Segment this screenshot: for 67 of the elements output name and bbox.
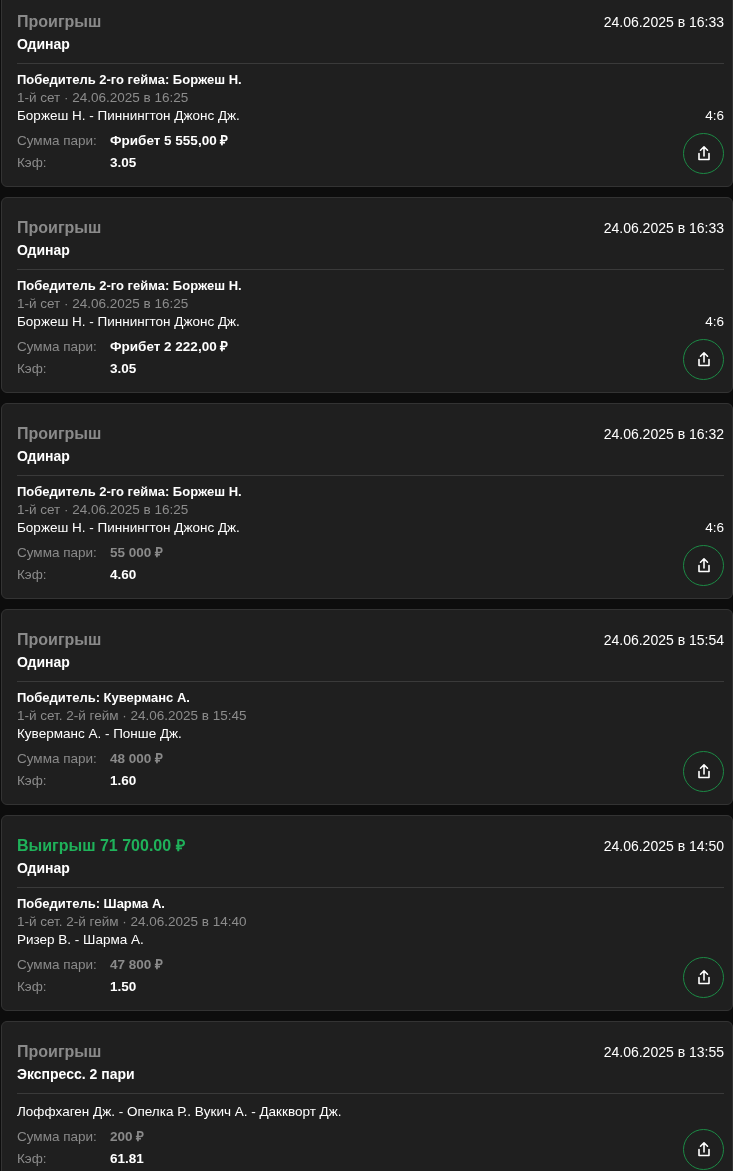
share-icon (695, 351, 712, 368)
event-meta: 1-й сет · 24.06.2025 в 16:25 (17, 89, 189, 107)
bet-date: 24.06.2025 в 16:32 (603, 425, 724, 444)
event-title: Победитель: Куверманс А. (17, 689, 190, 707)
bet-type: Одинар (17, 859, 70, 878)
bet-date: 24.06.2025 в 16:33 (603, 13, 724, 32)
stake-label: Сумма пари: (17, 338, 98, 356)
stake-label: Сумма пари: (17, 750, 98, 768)
bet-type: Экспресс. 2 пари (17, 1065, 135, 1084)
share-icon (695, 1141, 712, 1158)
odds-value: 1.60 (110, 772, 137, 790)
event-title: Победитель: Шарма А. (17, 895, 165, 913)
stake-amount: 47 800 ₽ (110, 956, 164, 974)
bet-type: Одинар (17, 35, 70, 54)
stake-label: Сумма пари: (17, 1128, 98, 1146)
share-icon (695, 145, 712, 162)
odds-label: Кэф: (17, 154, 48, 172)
bet-result: Проигрыш (17, 630, 102, 650)
bet-date: 24.06.2025 в 15:54 (603, 631, 724, 650)
match-name: Боржеш Н. - Пиннингтон Джонс Дж. (17, 313, 240, 331)
event-title: Победитель 2-го гейма: Боржеш Н. (17, 483, 242, 501)
odds-label: Кэф: (17, 566, 48, 584)
bet-result: Проигрыш (17, 12, 102, 32)
event-meta: 1-й сет · 24.06.2025 в 16:25 (17, 295, 189, 313)
match-name: Куверманс А. - Понше Дж. (17, 725, 182, 743)
bet-result: Проигрыш (17, 424, 102, 444)
match-name: Боржеш Н. - Пиннингтон Джонс Дж. (17, 107, 240, 125)
odds-label: Кэф: (17, 360, 48, 378)
bet-date: 24.06.2025 в 13:55 (603, 1043, 724, 1062)
match-name: Боржеш Н. - Пиннингтон Джонс Дж. (17, 519, 240, 537)
share-icon (695, 557, 712, 574)
event-title: Победитель 2-го гейма: Боржеш Н. (17, 71, 242, 89)
bet-type: Одинар (17, 447, 70, 466)
odds-value: 3.05 (110, 360, 137, 378)
match-score: 4:6 (705, 107, 724, 125)
event-meta: 1-й сет · 24.06.2025 в 16:25 (17, 501, 189, 519)
stake-amount: Фрибет 5 555,00 ₽ (110, 132, 229, 150)
stake-amount: 55 000 ₽ (110, 544, 164, 562)
stake-label: Сумма пари: (17, 544, 98, 562)
bet-date: 24.06.2025 в 16:33 (603, 219, 724, 238)
bet-type: Одинар (17, 653, 70, 672)
odds-value: 61.81 (110, 1150, 144, 1168)
bet-date: 24.06.2025 в 14:50 (603, 837, 724, 856)
share-icon (695, 763, 712, 780)
stake-label: Сумма пари: (17, 956, 98, 974)
odds-value: 4.60 (110, 566, 137, 584)
odds-value: 1.50 (110, 978, 137, 996)
match-score: 4:6 (705, 313, 724, 331)
event-title: Победитель 2-го гейма: Боржеш Н. (17, 277, 242, 295)
odds-label: Кэф: (17, 1150, 48, 1168)
event-meta: 1-й сет. 2-й гейм · 24.06.2025 в 15:45 (17, 707, 247, 725)
event-meta: 1-й сет. 2-й гейм · 24.06.2025 в 14:40 (17, 913, 247, 931)
stake-label: Сумма пари: (17, 132, 98, 150)
stake-amount: 48 000 ₽ (110, 750, 164, 768)
bet-type: Одинар (17, 241, 70, 260)
bet-result: Проигрыш (17, 1042, 102, 1062)
match-score: 4:6 (705, 519, 724, 537)
bet-result: Проигрыш (17, 218, 102, 238)
bet-result: Выигрыш 71 700.00 ₽ (17, 836, 185, 856)
match-name: Лоффхаген Дж. - Опелка Р.. Вукич А. - Даккворт Дж. (17, 1103, 342, 1121)
odds-label: Кэф: (17, 772, 48, 790)
odds-label: Кэф: (17, 978, 48, 996)
stake-amount: Фрибет 2 222,00 ₽ (110, 338, 229, 356)
share-icon (695, 969, 712, 986)
stake-amount: 200 ₽ (110, 1128, 145, 1146)
odds-value: 3.05 (110, 154, 137, 172)
match-name: Ризер В. - Шарма А. (17, 931, 144, 949)
